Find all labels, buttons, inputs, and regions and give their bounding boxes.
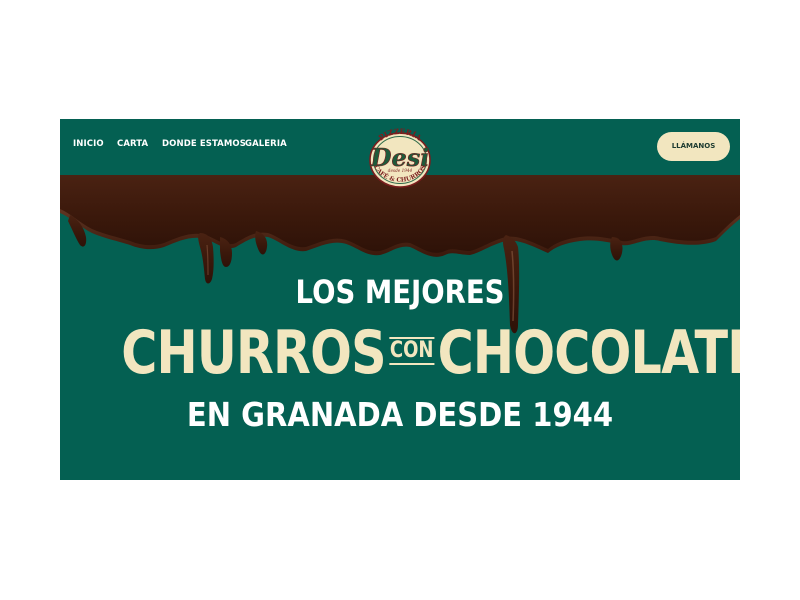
nav-link-carta[interactable]: CARTA — [117, 139, 148, 149]
call-us-button[interactable]: LLÁMANOS — [657, 132, 730, 161]
hero-word-churros: CHURROS — [121, 318, 386, 389]
nav-link-donde-estamos[interactable]: DONDE ESTAMOS — [162, 139, 246, 149]
hero-line-2: CHURROS CONCHOCOLATE — [121, 311, 740, 392]
hero-line-1: LOS MEJORES — [295, 273, 505, 311]
desi-logo[interactable]: PIZZERÍA Desi desde 1944 CAFÉ & CHURROS — [359, 128, 441, 190]
hero-word-con: CON — [389, 337, 435, 366]
nav-link-galeria[interactable]: GALERIA — [245, 139, 287, 149]
hero-line-3: EN GRANADA DESDE 1944 — [186, 395, 614, 434]
nav-link-inicio[interactable]: INICIO — [73, 139, 104, 149]
logo-since: desde 1944 — [388, 168, 413, 173]
website-hero: INICIO CARTA DONDE ESTAMOS GALERIA LLÁMA… — [60, 119, 740, 480]
page: INICIO CARTA DONDE ESTAMOS GALERIA LLÁMA… — [0, 0, 800, 600]
hero-word-chocolate: CHOCOLATE — [437, 318, 740, 389]
